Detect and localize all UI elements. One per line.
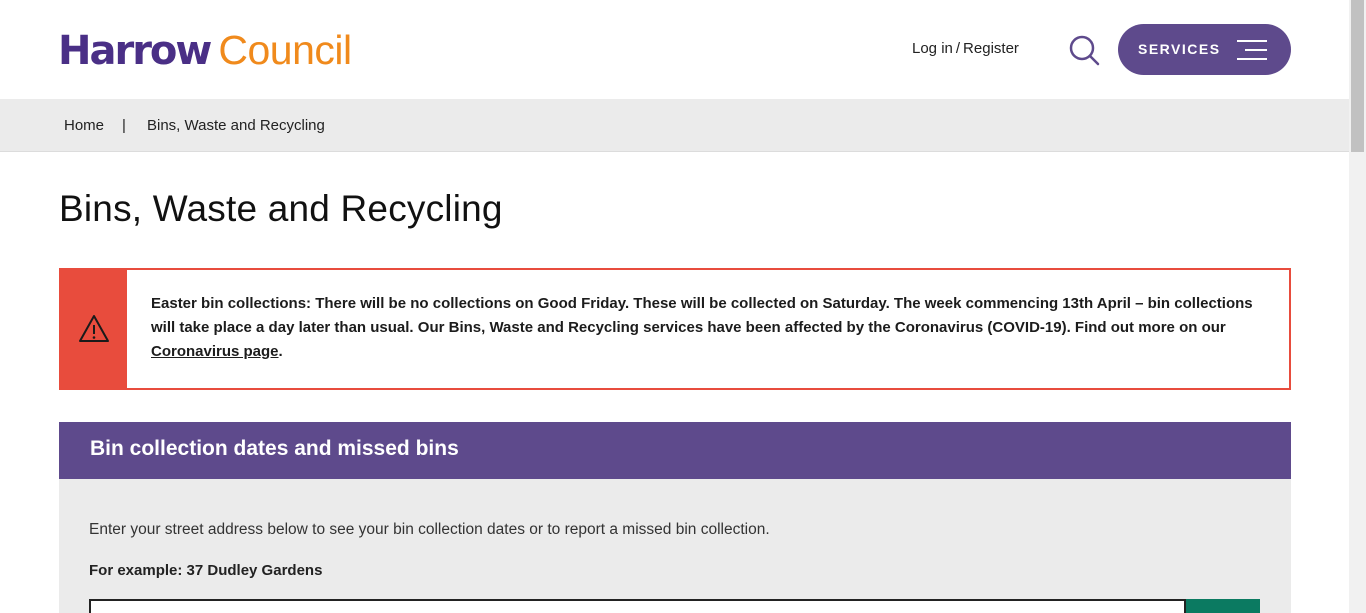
breadcrumb-current: Bins, Waste and Recycling <box>147 117 325 134</box>
bin-panel-title: Bin collection dates and missed bins <box>90 437 459 460</box>
alert-text-end: . <box>278 343 283 360</box>
page-title: Bins, Waste and Recycling <box>59 188 503 229</box>
harrow-council-logo[interactable]: Harrow Council <box>58 26 352 75</box>
search-icon <box>1069 35 1100 66</box>
bin-panel-body: Enter your street address below to see y… <box>59 479 1291 613</box>
breadcrumb: Home | Bins, Waste and Recycling <box>0 99 1349 152</box>
login-separator: / <box>955 40 961 57</box>
login-link[interactable]: Log in <box>912 40 953 57</box>
bin-panel-intro: Enter your street address below to see y… <box>89 521 770 538</box>
logo-council-text: Council <box>218 27 352 73</box>
breadcrumb-home-link[interactable]: Home <box>64 117 104 134</box>
register-link[interactable]: Register <box>963 40 1019 57</box>
address-search-button[interactable] <box>1186 599 1260 613</box>
alert-message: Easter bin collections: There will be no… <box>151 292 1273 364</box>
page: Harrow Council Log in / Register SERVICES H… <box>0 0 1349 613</box>
page-scrollbar[interactable] <box>1349 0 1366 613</box>
hamburger-icon <box>1237 40 1267 60</box>
bin-panel-header: Bin collection dates and missed bins <box>59 422 1291 479</box>
breadcrumb-separator: | <box>122 117 126 134</box>
services-label: SERVICES <box>1138 41 1221 57</box>
street-address-input[interactable] <box>89 599 1186 613</box>
services-menu-button[interactable]: SERVICES <box>1118 24 1291 75</box>
alert-text-main: Easter bin collections: There will be no… <box>151 295 1253 336</box>
alert-banner: Easter bin collections: There will be no… <box>59 268 1291 390</box>
scrollbar-thumb[interactable] <box>1351 0 1364 152</box>
search-button[interactable] <box>1068 34 1100 66</box>
address-example: For example: 37 Dudley Gardens <box>89 562 323 579</box>
coronavirus-page-link[interactable]: Coronavirus page <box>151 343 279 360</box>
logo-harrow-text: Harrow <box>58 28 212 74</box>
alert-side-panel <box>61 270 127 388</box>
warning-icon <box>79 315 109 342</box>
login-register: Log in / Register <box>912 40 1019 57</box>
site-header: Harrow Council Log in / Register SERVICES <box>0 0 1349 99</box>
